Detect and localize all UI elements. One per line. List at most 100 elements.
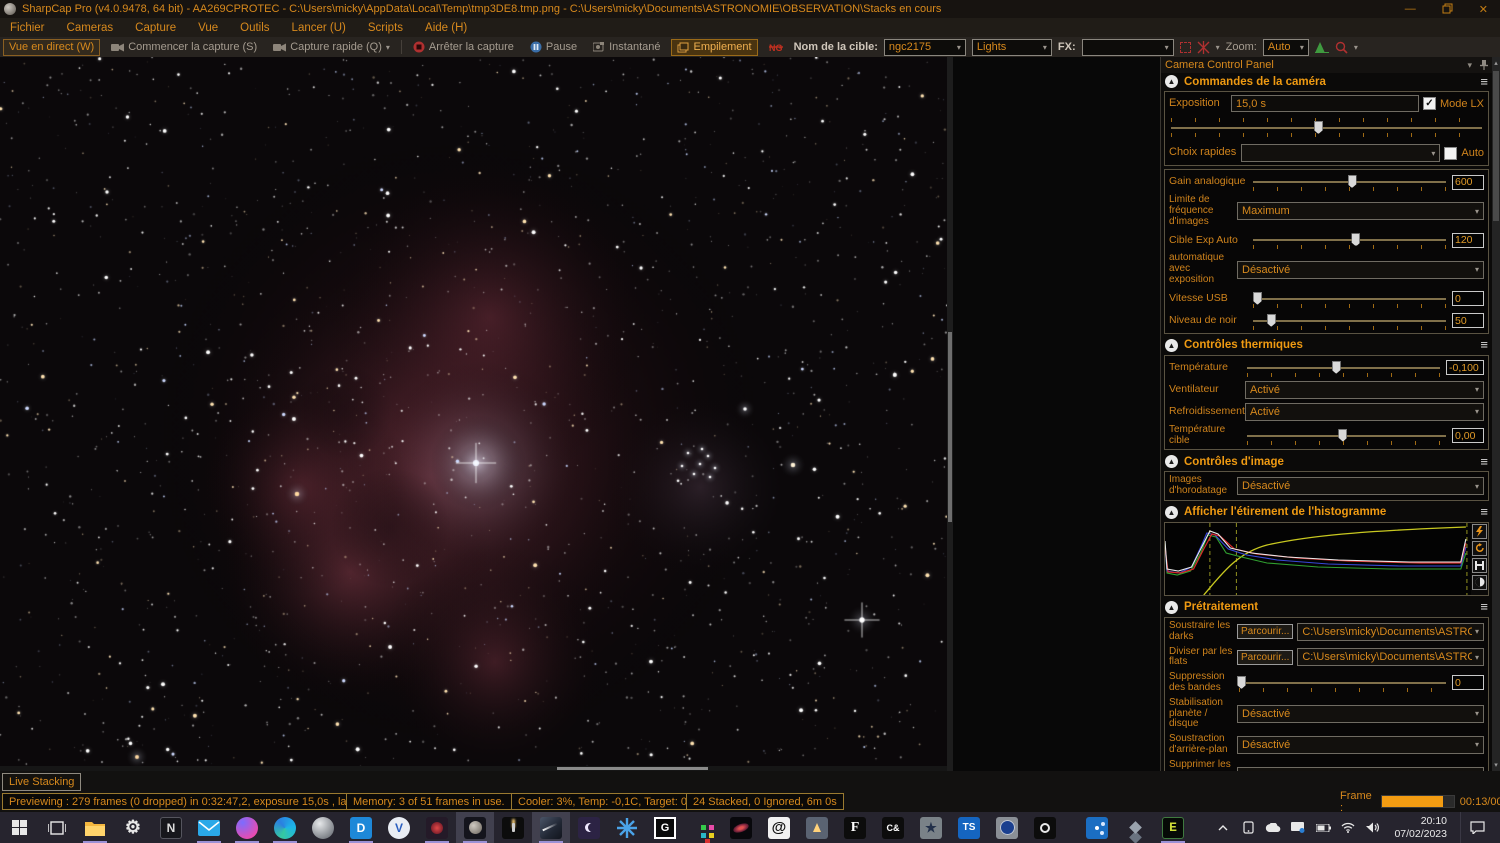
spiral-app-button[interactable]: @ — [760, 812, 798, 843]
edge-button[interactable] — [266, 812, 304, 843]
section-menu-icon[interactable]: ≡ — [1480, 602, 1488, 612]
quick-capture-button[interactable]: Capture rapide (Q) ▾ — [268, 39, 395, 56]
blocks-app-button[interactable] — [684, 812, 722, 843]
snapshot-button[interactable]: Instantané — [588, 39, 665, 56]
stop-capture-button[interactable]: Arrêter la capture — [408, 39, 519, 56]
timestamp-select[interactable]: Désactivé▾ — [1237, 477, 1484, 495]
chevron-down-icon[interactable]: ▾ — [1216, 43, 1220, 52]
live-stacking-tab[interactable]: Live Stacking — [2, 773, 81, 791]
quick-picks-select[interactable]: ▾ — [1241, 144, 1440, 162]
volume-icon[interactable] — [1365, 822, 1381, 833]
selection-area-icon[interactable] — [1180, 42, 1191, 53]
auto-checkbox[interactable] — [1444, 147, 1457, 160]
live-view-button[interactable]: Vue en direct (W) — [3, 39, 100, 56]
zoom-lens-icon[interactable] — [1335, 41, 1348, 54]
v-app-button[interactable]: V — [380, 812, 418, 843]
target-exp-slider[interactable] — [1251, 231, 1448, 249]
flats-browse-button[interactable]: Parcourir... — [1237, 650, 1293, 665]
darks-path-select[interactable]: C:\Users\micky\Documents\ASTRONOMIE...▾ — [1297, 623, 1484, 641]
scroll-down-icon[interactable]: ▾ — [1492, 761, 1500, 769]
start-button[interactable] — [0, 812, 38, 843]
menu-vue[interactable]: Vue — [198, 22, 218, 34]
close-button[interactable]: ✕ — [1479, 3, 1488, 16]
temperature-value[interactable]: -0,100 — [1446, 360, 1484, 375]
pin-icon[interactable] — [1480, 60, 1488, 70]
display-share-icon[interactable] — [1290, 822, 1306, 833]
comet-app-button[interactable] — [532, 812, 570, 843]
dark-red-app-button[interactable] — [418, 812, 456, 843]
satellite-select[interactable]: Désactivé▾ — [1237, 767, 1484, 771]
rocket-app-button[interactable] — [798, 812, 836, 843]
banding-value[interactable]: 0 — [1452, 675, 1484, 690]
collapse-icon[interactable]: ▲ — [1165, 601, 1178, 614]
star-app-button[interactable]: ★ — [912, 812, 950, 843]
minimize-button[interactable]: — — [1405, 3, 1416, 16]
collapse-icon[interactable]: ▲ — [1165, 75, 1178, 88]
vertical-scrollbar[interactable] — [947, 57, 953, 771]
eqmod-button[interactable]: E — [1154, 812, 1192, 843]
section-menu-icon[interactable]: ≡ — [1480, 457, 1488, 467]
menu-fichier[interactable]: Fichier — [10, 22, 45, 34]
panel-scrollbar[interactable]: ▴ ▾ — [1492, 57, 1500, 771]
fx-select[interactable]: ▾ — [1082, 39, 1174, 56]
histogram-icon[interactable] — [1315, 42, 1329, 53]
no-guide-icon[interactable]: NG — [764, 39, 788, 56]
google-earth-button[interactable] — [304, 812, 342, 843]
scroll-up-icon[interactable]: ▴ — [1492, 59, 1500, 67]
pause-button[interactable]: Pause — [525, 39, 582, 56]
section-menu-icon[interactable]: ≡ — [1480, 340, 1488, 350]
background-sub-select[interactable]: Désactivé▾ — [1237, 736, 1484, 754]
wifi-icon[interactable] — [1340, 822, 1356, 833]
menu-outils[interactable]: Outils — [240, 22, 269, 34]
fps-limit-select[interactable]: Maximum▾ — [1237, 202, 1484, 220]
collapse-icon[interactable]: ▲ — [1165, 339, 1178, 352]
record-app-button[interactable] — [1026, 812, 1064, 843]
darks-browse-button[interactable]: Parcourir... — [1237, 624, 1293, 639]
reset-stretch-button[interactable] — [1472, 541, 1487, 556]
fan-select[interactable]: Activé▾ — [1245, 381, 1484, 399]
menu-aide[interactable]: Aide (H) — [425, 22, 467, 34]
reticle-icon[interactable] — [1197, 41, 1210, 54]
candle-app-button[interactable] — [494, 812, 532, 843]
section-menu-icon[interactable]: ≡ — [1480, 77, 1488, 87]
section-menu-icon[interactable]: ≡ — [1480, 507, 1488, 517]
temperature-slider[interactable] — [1245, 359, 1442, 377]
cc-app-button[interactable]: C& — [874, 812, 912, 843]
firecapture-button[interactable]: F — [836, 812, 874, 843]
settings-button[interactable]: ⚙ — [114, 812, 152, 843]
ascom-button[interactable] — [1078, 812, 1116, 843]
nebula-image[interactable] — [0, 57, 947, 766]
g-app-button[interactable]: G — [646, 812, 684, 843]
stacking-button[interactable]: Empilement — [671, 39, 757, 56]
tray-expand-icon[interactable] — [1215, 825, 1231, 831]
target-temp-value[interactable]: 0,00 — [1452, 428, 1484, 443]
black-level-slider[interactable] — [1251, 312, 1448, 330]
usb-speed-value[interactable]: 0 — [1452, 291, 1484, 306]
start-capture-button[interactable]: Commencer la capture (S) — [106, 39, 262, 56]
flats-path-select[interactable]: C:\Users\micky\Documents\ASTRONOMIE...▾ — [1297, 648, 1484, 666]
auto-stretch-button[interactable] — [1472, 524, 1487, 539]
task-view-button[interactable] — [38, 812, 76, 843]
gain-slider[interactable] — [1251, 173, 1448, 191]
starburst-app-button[interactable] — [608, 812, 646, 843]
exposure-input[interactable]: 15,0 s — [1231, 95, 1419, 112]
cubes-app-button[interactable] — [1116, 812, 1154, 843]
menu-scripts[interactable]: Scripts — [368, 22, 403, 34]
ts-app-button[interactable]: TS — [950, 812, 988, 843]
frame-type-select[interactable]: Lights▾ — [972, 39, 1052, 56]
panel-collapse-icon[interactable]: ▾ — [1467, 60, 1472, 71]
mode-lx-checkbox[interactable]: ✓ — [1423, 97, 1436, 110]
mail-button[interactable] — [190, 812, 228, 843]
menu-capture[interactable]: Capture — [135, 22, 176, 34]
contrast-icon[interactable] — [1472, 575, 1487, 590]
file-explorer-button[interactable] — [76, 812, 114, 843]
galaxy-app-button[interactable] — [722, 812, 760, 843]
nasa-app-button[interactable] — [988, 812, 1026, 843]
menu-cameras[interactable]: Cameras — [67, 22, 114, 34]
gain-value[interactable]: 600 — [1452, 175, 1484, 190]
restore-button[interactable] — [1442, 3, 1453, 16]
black-level-value[interactable]: 50 — [1452, 313, 1484, 328]
night-sky-app-button[interactable] — [570, 812, 608, 843]
onedrive-icon[interactable] — [1265, 823, 1281, 833]
banding-slider[interactable] — [1237, 674, 1448, 692]
